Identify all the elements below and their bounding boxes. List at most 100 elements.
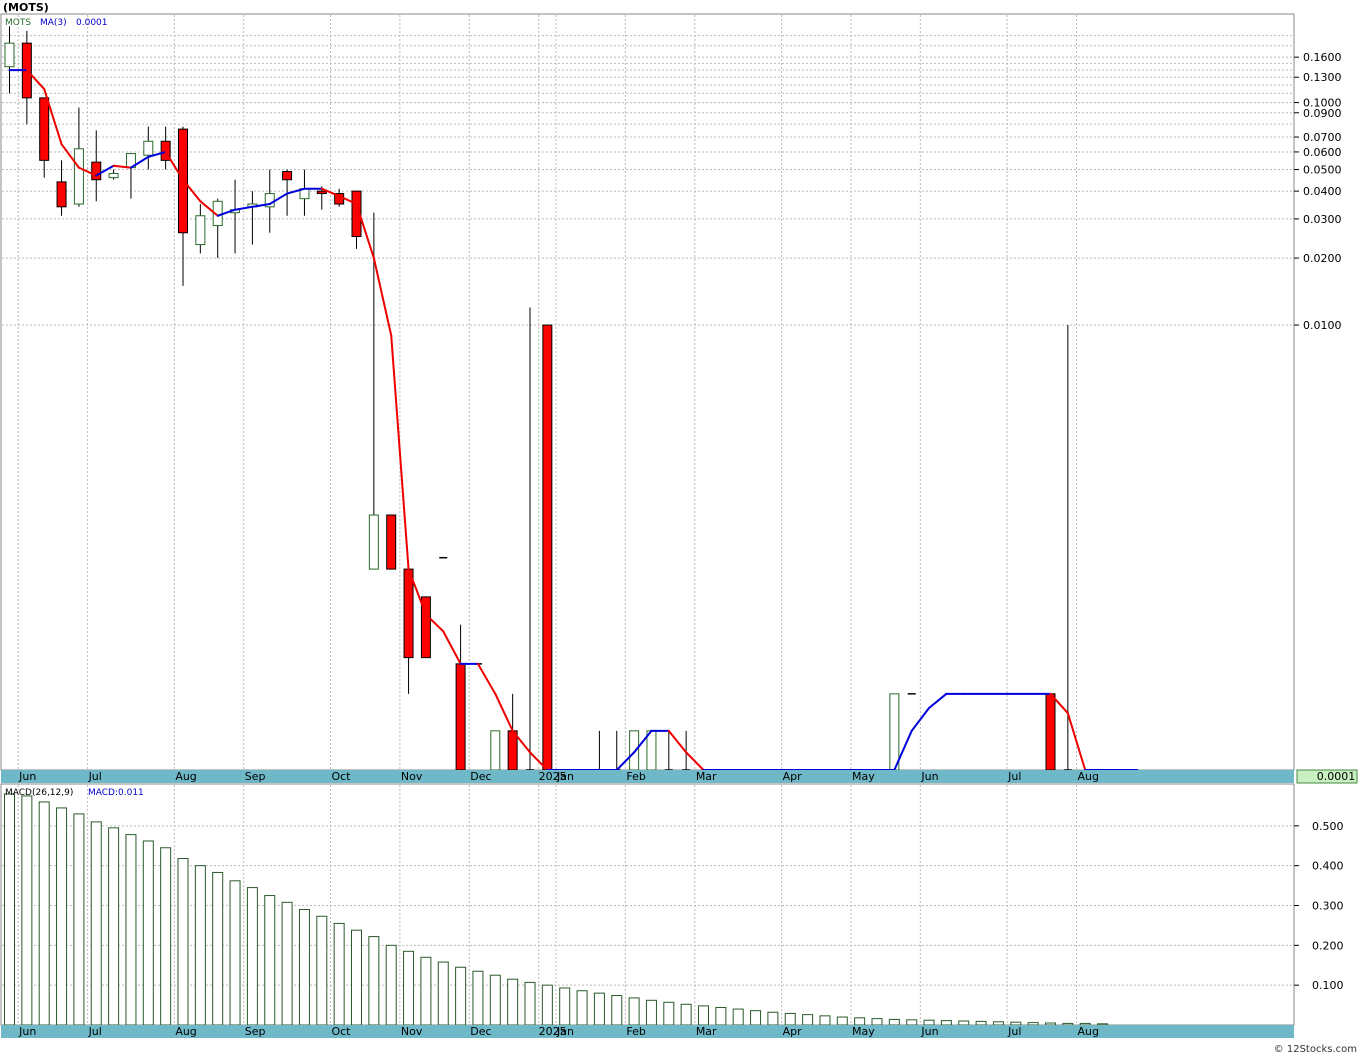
x-tick-label: Aug <box>1078 770 1099 783</box>
macd-bar <box>177 858 189 1026</box>
chart-title: (MOTS) <box>3 1 49 14</box>
macd-bar <box>940 1020 952 1026</box>
macd-bar <box>906 1019 918 1026</box>
price-tick-label: 0.0500 <box>1303 164 1342 177</box>
macd-bar <box>212 871 224 1026</box>
candle-body-down <box>386 514 397 570</box>
macd-bar <box>645 999 657 1026</box>
x-tick-label: Jul <box>88 1025 102 1038</box>
candle-body-up <box>143 140 154 156</box>
macd-bar <box>38 801 50 1026</box>
macd-bar <box>541 984 553 1026</box>
candle-body-up <box>889 693 900 771</box>
macd-bar <box>437 961 449 1026</box>
candle-body-up <box>368 514 379 570</box>
price-tick-label: 0.0900 <box>1303 107 1342 120</box>
macd-bar <box>992 1021 1004 1026</box>
candle-body-up <box>108 173 119 179</box>
macd-bar <box>298 908 310 1026</box>
x-axis-bottom: Jun Jul Aug Sep Oct Nov Dec 2025Jan Feb Mar Apr May… <box>18 1025 1099 1038</box>
macd-bar <box>975 1020 987 1026</box>
legend-ticker: MOTS <box>5 18 31 28</box>
macd-bar <box>455 966 467 1026</box>
macd-bar <box>73 813 85 1026</box>
legend-ma: MA(3) <box>40 18 67 28</box>
candle-body-up <box>629 730 640 771</box>
macd-bar <box>420 956 432 1026</box>
macd-bar <box>611 995 623 1026</box>
macd-bar <box>246 887 258 1026</box>
x-tick-label: Dec <box>470 770 491 783</box>
macd-bar <box>194 865 206 1026</box>
x-tick-label: May <box>852 1025 875 1038</box>
macd-bar <box>21 795 33 1026</box>
x-tick-label: Mar <box>696 1025 717 1038</box>
candle-body-up <box>490 730 501 771</box>
macd-bar <box>663 1001 675 1026</box>
x-tick-label: Aug <box>1078 1025 1099 1038</box>
macd-bar <box>593 992 605 1026</box>
candle-body-up <box>195 215 206 246</box>
macd-bar <box>559 987 571 1026</box>
macd-tick-label: 0.100 <box>1312 979 1344 992</box>
x-axis-top: Jun Jul Aug Sep Oct Nov Dec 2025Jan Feb Mar Apr May… <box>18 770 1099 783</box>
price-tick-label: 0.0100 <box>1303 319 1342 332</box>
x-tick-label: Jul <box>1007 770 1021 783</box>
macd-bar <box>784 1012 796 1026</box>
x-tick-label: Jan <box>556 1025 574 1038</box>
x-tick-label: Aug <box>175 1025 196 1038</box>
candle-body-down <box>1045 693 1056 771</box>
x-tick-label: Jun <box>18 1025 36 1038</box>
x-tick-label: Jun <box>920 1025 938 1038</box>
macd-bar <box>836 1016 848 1026</box>
last-price-label: 0.0001 <box>1317 770 1356 783</box>
candle-body-up <box>4 42 15 68</box>
macd-bar <box>229 880 241 1026</box>
macd-bar <box>958 1020 970 1026</box>
candle-body-down <box>507 730 518 771</box>
candle-body-down <box>542 324 553 771</box>
x-tick-label: Jan <box>556 770 574 783</box>
x-tick-label: Feb <box>626 1025 645 1038</box>
macd-bar <box>142 840 154 1026</box>
candle-body-down <box>403 568 414 659</box>
price-tick-label: 0.0700 <box>1303 131 1342 144</box>
candle-body-up <box>646 730 657 771</box>
candle-body-down <box>39 97 50 161</box>
x-tick-label: Nov <box>401 1025 423 1038</box>
macd-bar <box>819 1015 831 1026</box>
x-tick-label: Jun <box>920 770 938 783</box>
x-tick-label: Jun <box>18 770 36 783</box>
candle-body-down <box>455 663 466 771</box>
macd-bar <box>281 901 293 1026</box>
x-tick-label: Aug <box>175 770 196 783</box>
price-tick-label: 0.0200 <box>1303 252 1342 265</box>
x-tick-label: Dec <box>470 1025 491 1038</box>
macd-bar <box>316 915 328 1026</box>
price-tick-label: 0.0600 <box>1303 146 1342 159</box>
price-panel <box>0 13 1295 771</box>
price-tick-label: 0.0400 <box>1303 185 1342 198</box>
x-tick-label: Feb <box>626 770 645 783</box>
macd-bar <box>385 944 397 1026</box>
legend-macd-value: MACD:0.011 <box>88 788 144 798</box>
copyright: © 12Stocks.com <box>1274 1044 1357 1055</box>
x-tick-label: Oct <box>331 770 351 783</box>
macd-bar <box>854 1017 866 1026</box>
macd-bar <box>1062 1022 1074 1026</box>
stock-chart: 0.1600 0.1300 0.1000 0.0900 0.0700 0.0600 0.05… <box>0 0 1360 1056</box>
price-tick-label: 0.1600 <box>1303 51 1342 64</box>
candle-body-down <box>282 171 293 181</box>
price-tick-label: 0.1300 <box>1303 71 1342 84</box>
macd-bar <box>1097 1023 1109 1026</box>
macd-bar <box>507 978 519 1026</box>
x-tick-label: Oct <box>331 1025 351 1038</box>
macd-bar <box>1045 1022 1056 1026</box>
macd-bar <box>489 974 501 1026</box>
macd-bar <box>403 950 415 1026</box>
macd-bar <box>56 807 68 1026</box>
macd-bar <box>750 1010 762 1026</box>
x-tick-label: Jul <box>1007 1025 1021 1038</box>
x-tick-label: Sep <box>245 1025 266 1038</box>
candle-body-down <box>91 161 102 181</box>
